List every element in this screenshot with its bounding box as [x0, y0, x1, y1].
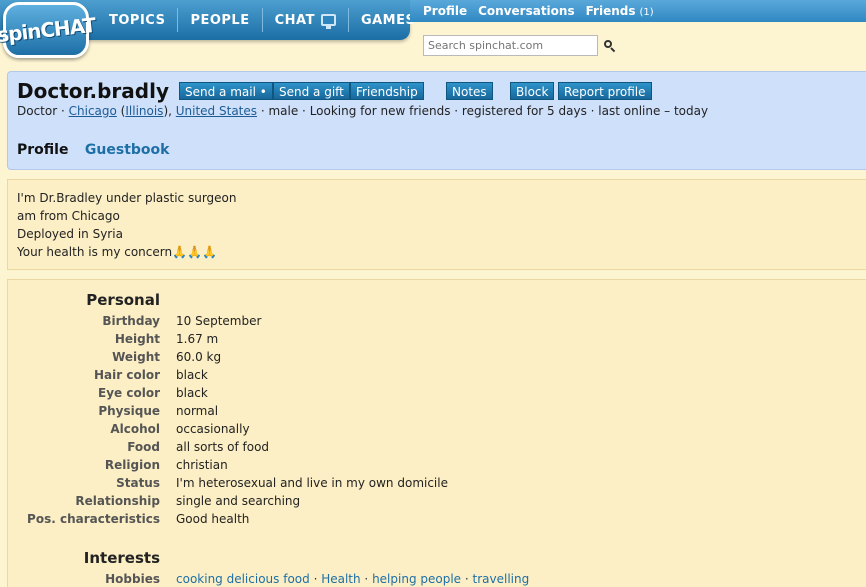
about-line: Your health is my concern🙏🙏🙏 [17, 245, 217, 259]
subnav-profile[interactable]: Profile [423, 4, 467, 18]
detail-row-weight: Weight 60.0 kg [112, 350, 222, 364]
hobby-link[interactable]: Health [321, 572, 360, 586]
tab-profile[interactable]: Profile [17, 142, 68, 158]
report-profile-button[interactable]: Report profile [558, 82, 652, 100]
tab-guestbook[interactable]: Guestbook [85, 142, 170, 158]
gender: male [268, 104, 299, 118]
profile-info-line: Doctor · Chicago (Illinois), United Stat… [17, 104, 709, 118]
about-line: am from Chicago [17, 209, 120, 223]
sub-nav: Profile Conversations Friends (1) [410, 0, 866, 22]
about-line: Deployed in Syria [17, 227, 123, 241]
detail-row-height: Height 1.67 m [114, 332, 219, 346]
top-bar: spinCHAT TOPICS PEOPLE CHAT GAMES Profil… [0, 0, 866, 68]
hobby-links: cooking delicious food · Health · helpin… [176, 572, 530, 586]
subnav-conversations[interactable]: Conversations [478, 4, 575, 18]
looking-for: Looking for new friends [309, 104, 451, 118]
detail-row-birthday: Birthday 10 September [102, 314, 262, 328]
registered: registered for 5 days [461, 104, 587, 118]
about-line: I'm Dr.Bradley under plastic surgeon [17, 191, 237, 205]
country-link[interactable]: United States [176, 104, 257, 118]
send-gift-button[interactable]: Send a gift [273, 82, 350, 100]
search-input[interactable] [423, 35, 598, 56]
detail-row-hobbies: Hobbies cooking delicious food · Health ·… [105, 572, 530, 586]
block-button[interactable]: Block [510, 82, 555, 100]
last-online: last online – today [598, 104, 709, 118]
hobby-link[interactable]: cooking delicious food [176, 572, 310, 586]
detail-row-hair-color: Hair color black [94, 368, 208, 382]
detail-row-religion: Religion christian [104, 458, 228, 472]
profile-actions: Send a mail • Send a gift Friendship Not… [179, 82, 679, 100]
profile-tabs: Profile Guestbook [17, 142, 169, 158]
friendship-button[interactable]: Friendship [350, 82, 424, 100]
monitor-icon [320, 14, 336, 29]
detail-row-alcohol: Alcohol occasionally [110, 422, 250, 436]
interests-heading: Interests [83, 549, 160, 567]
detail-row-eye-color: Eye color black [98, 386, 208, 400]
occupation: Doctor [17, 104, 58, 118]
details-box: Personal Birthday 10 September Height 1.67… [7, 279, 866, 587]
profile-header: Doctor.bradly Send a mail • Send a gift … [7, 71, 866, 170]
nav-chat[interactable]: CHAT [261, 8, 348, 32]
nav-people[interactable]: PEOPLE [177, 8, 261, 32]
hobby-link[interactable]: helping people [372, 572, 461, 586]
friends-count-badge: (1) [639, 7, 654, 18]
about-box: I'm Dr.Bradley under plastic surgeon am … [7, 179, 866, 270]
logo-text: spinCHAT [0, 12, 97, 48]
notes-button[interactable]: Notes [446, 82, 493, 100]
send-mail-button[interactable]: Send a mail • [179, 82, 273, 100]
detail-row-food: Food all sorts of food [127, 440, 270, 454]
hobby-link[interactable]: travelling [473, 572, 530, 586]
subnav-friends[interactable]: Friends (1) [586, 4, 654, 18]
main-nav: TOPICS PEOPLE CHAT GAMES [97, 0, 427, 40]
search-icon[interactable] [604, 40, 616, 53]
detail-row-relationship: Relationship single and searching [75, 494, 301, 508]
state-link[interactable]: Illinois [125, 104, 163, 118]
detail-row-status: Status I'm heterosexual and live in my ow… [116, 476, 448, 490]
nav-topics[interactable]: TOPICS [97, 8, 177, 32]
profile-username: Doctor.bradly [17, 79, 169, 103]
city-link[interactable]: Chicago [69, 104, 117, 118]
personal-heading: Personal [86, 291, 160, 309]
pray-emoji: 🙏🙏🙏 [172, 245, 217, 259]
detail-row-pos-characteristics: Pos. characteristics Good health [27, 512, 250, 526]
spinchat-logo[interactable]: spinCHAT [0, 2, 96, 58]
detail-row-physique: Physique normal [98, 404, 219, 418]
